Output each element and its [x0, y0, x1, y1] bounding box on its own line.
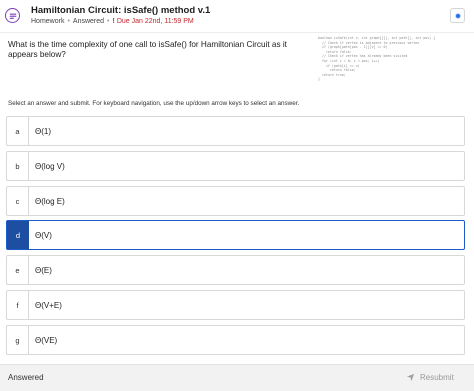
option-f[interactable]: f Θ(V+E) [6, 290, 465, 320]
question-header: Hamiltonian Circuit: isSafe() method v.1… [0, 0, 474, 33]
footer-bar: Answered Resubmit [0, 364, 474, 391]
due-warning-icon: ! [112, 18, 115, 25]
option-text: Θ(log E) [35, 196, 65, 206]
option-letter: a [7, 117, 29, 145]
code-image: boolean isSafe(int v, int graph[][], int… [318, 36, 436, 82]
option-text: Θ(E) [35, 265, 52, 275]
option-e[interactable]: e Θ(E) [6, 255, 465, 285]
due-date: Due Jan 22nd, 11:59 PM [116, 18, 194, 25]
answered-status: Answered [8, 373, 44, 382]
option-text: Θ(V) [35, 230, 52, 240]
option-letter: d [7, 221, 29, 249]
option-letter: e [7, 256, 29, 284]
resubmit-button[interactable]: Resubmit [406, 373, 454, 382]
send-icon [406, 373, 415, 382]
page-title: Hamiltonian Circuit: isSafe() method v.1 [31, 5, 211, 16]
option-a[interactable]: a Θ(1) [6, 116, 465, 146]
option-text: Θ(1) [35, 126, 51, 136]
question-meta: Homework • Answered •! Due Jan 22nd, 11:59 P… [31, 18, 194, 25]
option-letter: b [7, 152, 29, 180]
question-text: What is the time complexity of one call … [8, 40, 287, 59]
option-text: Θ(V+E) [35, 300, 62, 310]
option-b[interactable]: b Θ(log V) [6, 151, 465, 181]
option-text: Θ(VE) [35, 335, 58, 345]
option-letter: c [7, 187, 29, 215]
instructions: Select an answer and submit. For keyboar… [8, 100, 300, 107]
option-letter: f [7, 291, 29, 319]
type-label: Homework [31, 18, 65, 25]
separator-dot: • [107, 18, 110, 25]
separator-dot: • [67, 18, 70, 25]
settings-button[interactable] [450, 8, 465, 23]
resubmit-label: Resubmit [420, 373, 454, 382]
option-d[interactable]: d Θ(V) [6, 220, 465, 250]
option-g[interactable]: g Θ(VE) [6, 325, 465, 355]
settings-dot-icon [454, 12, 461, 19]
option-c[interactable]: c Θ(log E) [6, 186, 465, 216]
option-letter: g [7, 326, 29, 354]
homework-icon [5, 8, 20, 23]
status-label: Answered [72, 18, 105, 25]
option-text: Θ(log V) [35, 161, 65, 171]
